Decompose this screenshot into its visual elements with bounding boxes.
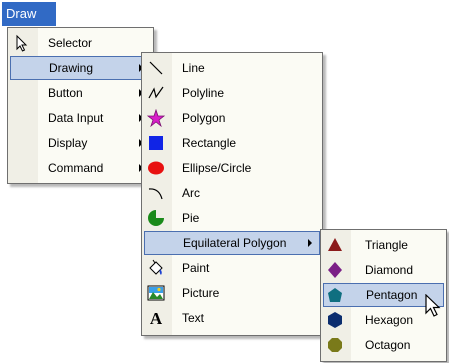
menu-item-picture[interactable]: Picture — [144, 281, 320, 305]
pie-icon — [147, 209, 165, 227]
menu-item-label: Triangle — [365, 238, 408, 252]
menu-item-command[interactable]: Command — [10, 156, 151, 180]
menubar-draw-label: Draw — [6, 6, 37, 21]
polyline-icon — [147, 84, 165, 102]
draw-menu: Selector Drawing Button Data Input Displ… — [7, 27, 154, 184]
menu-item-selector[interactable]: Selector — [10, 31, 151, 55]
menu-item-label: Pie — [182, 211, 200, 225]
picture-icon — [147, 284, 165, 302]
triangle-icon — [326, 236, 344, 254]
menu-item-text[interactable]: A Text — [144, 306, 320, 330]
menu-item-paint[interactable]: Paint — [144, 256, 320, 280]
menu-item-data-input[interactable]: Data Input — [10, 106, 151, 130]
menu-item-label: Paint — [182, 261, 210, 275]
paint-bucket-icon — [147, 259, 165, 277]
mouse-cursor-icon — [425, 293, 443, 320]
arc-icon — [147, 184, 165, 202]
menu-item-label: Display — [48, 136, 88, 150]
menu-item-label: Hexagon — [365, 313, 414, 327]
svg-text:A: A — [150, 309, 163, 327]
menu-item-polygon[interactable]: Polygon — [144, 106, 320, 130]
menu-item-drawing[interactable]: Drawing — [10, 56, 151, 80]
menubar-draw[interactable]: Draw — [2, 2, 56, 26]
menu-item-pie[interactable]: Pie — [144, 206, 320, 230]
menu-item-label: Text — [182, 311, 205, 325]
polygon-icon — [147, 109, 165, 127]
hexagon-icon — [326, 311, 344, 329]
menu-item-label: Ellipse/Circle — [182, 161, 252, 175]
menu-item-label: Selector — [48, 36, 93, 50]
octagon-icon — [326, 336, 344, 354]
diamond-icon — [326, 261, 344, 279]
menu-item-octagon[interactable]: Octagon — [323, 333, 444, 357]
rectangle-icon — [147, 134, 165, 152]
pointer-icon — [13, 34, 31, 52]
menu-item-equilateral-polygon[interactable]: Equilateral Polygon — [144, 231, 320, 255]
menu-item-line[interactable]: Line — [144, 56, 320, 80]
menu-item-label: Line — [182, 61, 205, 75]
menu-item-label: Polygon — [182, 111, 226, 125]
menu-item-label: Octagon — [365, 338, 411, 352]
menu-item-label: Equilateral Polygon — [183, 236, 287, 250]
menu-item-arc[interactable]: Arc — [144, 181, 320, 205]
menu-item-label: Arc — [182, 186, 200, 200]
menu-item-label: Picture — [182, 286, 220, 300]
menu-item-label: Command — [48, 161, 104, 175]
drawing-submenu: Line Polyline Polygon Rectangle Ellipse/… — [141, 52, 323, 336]
text-icon: A — [147, 309, 165, 327]
pentagon-icon — [326, 286, 344, 304]
menu-item-label: Drawing — [49, 61, 94, 75]
menu-item-label: Diamond — [365, 263, 414, 277]
menu-item-label: Polyline — [182, 86, 225, 100]
menu-item-button[interactable]: Button — [10, 81, 151, 105]
ellipse-icon — [147, 159, 165, 177]
menu-item-label: Pentagon — [366, 288, 418, 302]
menu-item-polyline[interactable]: Polyline — [144, 81, 320, 105]
menu-item-label: Data Input — [48, 111, 104, 125]
submenu-arrow-icon — [308, 239, 312, 247]
menu-item-triangle[interactable]: Triangle — [323, 233, 444, 257]
menu-item-ellipse[interactable]: Ellipse/Circle — [144, 156, 320, 180]
menu-item-display[interactable]: Display — [10, 131, 151, 155]
menu-item-rectangle[interactable]: Rectangle — [144, 131, 320, 155]
menu-item-label: Rectangle — [182, 136, 237, 150]
menu-item-diamond[interactable]: Diamond — [323, 258, 444, 282]
line-icon — [147, 59, 165, 77]
menu-item-label: Button — [48, 86, 83, 100]
